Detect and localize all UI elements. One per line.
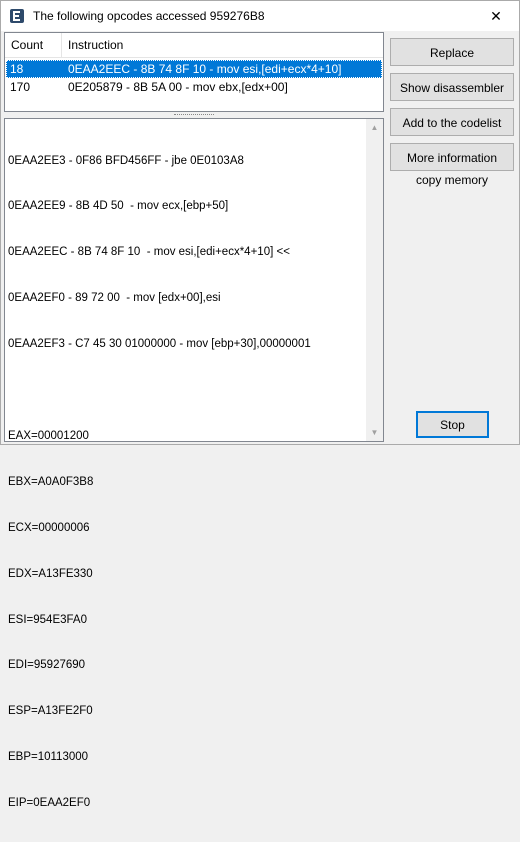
memo-line: 0EAA2EF3 - C7 45 30 01000000 - mov [ebp+… [8, 338, 311, 351]
memo-line: EDI=95927690 [8, 659, 86, 672]
close-button[interactable]: ✕ [473, 1, 519, 31]
replace-button[interactable]: Replace [390, 38, 514, 66]
list-row[interactable]: 18 0EAA2EEC - 8B 74 8F 10 - mov esi,[edi… [6, 60, 382, 78]
memo-line: ECX=00000006 [8, 521, 90, 534]
memo-line: ​ [8, 383, 363, 398]
memo-line: 0EAA2EF0 - 89 72 00 - mov [edx+00],esi [8, 292, 221, 305]
memo-line: 0EAA2EE3 - 0F86 BFD456FF - jbe 0E0103A8 [8, 154, 244, 167]
column-header-count[interactable]: Count [5, 33, 62, 58]
row-instruction: 0E205879 - 8B 5A 00 - mov ebx,[edx+00] [68, 80, 288, 94]
splitter-grip [174, 114, 214, 115]
disassembly-memo[interactable]: 0EAA2EE3 - 0F86 BFD456FF - jbe 0E0103A8 … [4, 118, 384, 809]
memo-line: EIP=0EAA2EF0 [8, 797, 91, 810]
show-disassembler-button[interactable]: Show disassembler [390, 73, 514, 101]
column-header-instruction[interactable]: Instruction [62, 33, 383, 58]
more-information-button[interactable]: More information [390, 143, 514, 171]
memo-line: 0EAA2EE9 - 8B 4D 50 - mov ecx,[ebp+50] [8, 200, 229, 213]
row-count: 170 [10, 80, 31, 94]
add-to-codelist-button[interactable]: Add to the codelist [390, 108, 514, 136]
title-bar[interactable]: The following opcodes accessed 959276B8 … [1, 1, 519, 31]
vertical-scrollbar[interactable]: ▲ ▼ [366, 119, 383, 441]
close-icon: ✕ [490, 7, 502, 24]
memo-line: EBP=10113000 [8, 751, 89, 764]
window-title: The following opcodes accessed 959276B8 [33, 9, 265, 23]
copy-memory-label[interactable]: copy memory [390, 173, 514, 187]
stop-button[interactable]: Stop [416, 411, 489, 438]
splitter-handle[interactable] [4, 112, 384, 117]
scroll-down-arrow-icon[interactable]: ▼ [366, 424, 383, 441]
opcode-list[interactable]: Count Instruction 18 0EAA2EEC - 8B 74 8F… [4, 32, 384, 112]
opcodes-window: The following opcodes accessed 959276B8 … [0, 0, 520, 809]
list-row[interactable]: 170 0E205879 - 8B 5A 00 - mov ebx,[edx+0… [6, 78, 382, 96]
memo-line: EAX=00001200 [8, 429, 89, 442]
row-instruction: 0EAA2EEC - 8B 74 8F 10 - mov esi,[edi+ec… [68, 62, 342, 76]
row-count: 18 [10, 62, 24, 76]
memo-line: ESI=954E3FA0 [8, 613, 87, 626]
memo-line: 0EAA2EEC - 8B 74 8F 10 - mov esi,[edi+ec… [8, 246, 290, 259]
memo-text: 0EAA2EE3 - 0F86 BFD456FF - jbe 0E0103A8 … [8, 123, 363, 842]
scroll-up-arrow-icon[interactable]: ▲ [366, 119, 383, 136]
memo-line: EBX=A0A0F3B8 [8, 475, 94, 488]
cheat-engine-icon [10, 9, 24, 23]
memo-line: EDX=A13FE330 [8, 567, 93, 580]
memo-line: ESP=A13FE2F0 [8, 705, 93, 718]
list-header: Count Instruction [5, 33, 383, 58]
